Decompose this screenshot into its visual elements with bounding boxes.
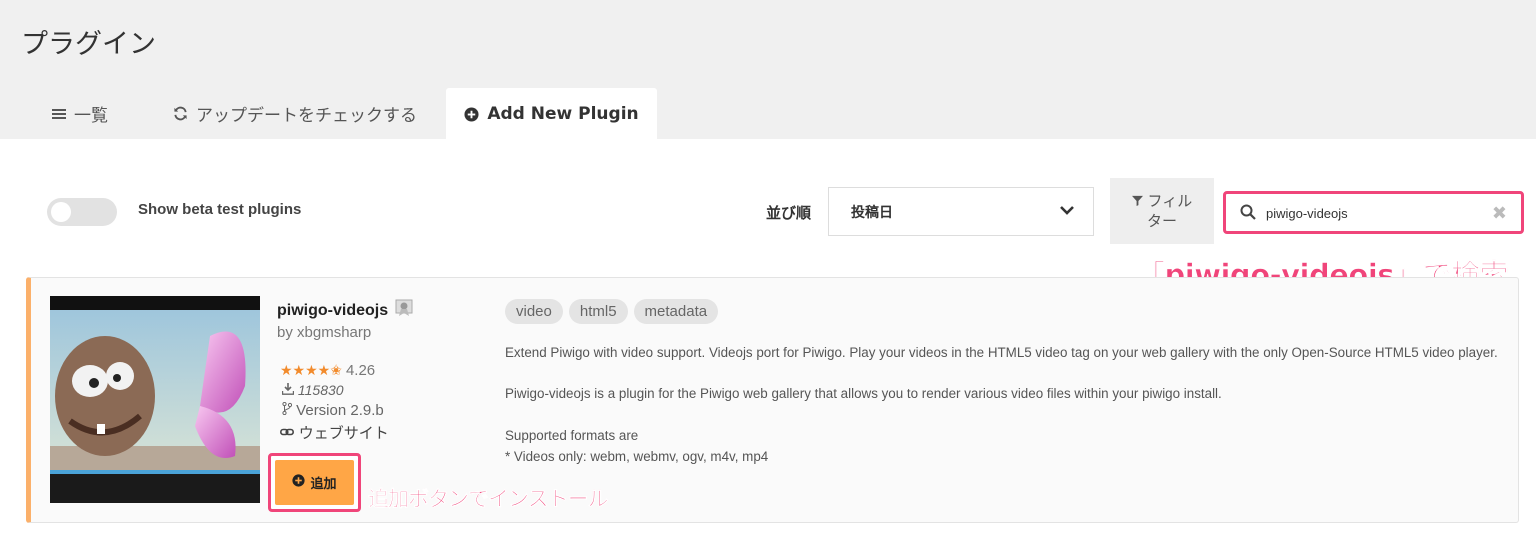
plugin-version: Version 2.9.b [282,401,384,419]
plus-circle-icon [292,474,306,491]
plugin-name[interactable]: piwigo-videojs [277,299,413,322]
tab-add-label: Add New Plugin [487,104,639,124]
filter-button[interactable]: フィル ター [1110,178,1214,244]
plugin-thumbnail [50,296,260,503]
beta-toggle[interactable] [47,198,117,226]
rating-stars: ★★★★✬ [280,362,342,378]
sort-select[interactable]: 投稿日 [828,187,1094,236]
beta-label: Show beta test plugins [138,201,302,218]
plugin-tags: video html5 metadata [505,299,719,324]
search-input[interactable] [1266,202,1486,224]
tag[interactable]: html5 [568,299,628,324]
refresh-icon [173,106,188,121]
desc-paragraph-1: Extend Piwigo with video support. Videoj… [505,345,1498,360]
toggle-knob [51,202,71,222]
plugin-downloads: 115830 [281,382,344,398]
sort-label: 並び順 [766,204,812,222]
desc-paragraph-4: * Videos only: webm, webmv, ogv, m4v, mp… [505,449,769,464]
tag[interactable]: metadata [633,299,719,324]
tab-check-updates[interactable]: アップデートをチェックする [173,88,417,139]
filter-label-2: ター [1146,212,1177,230]
plugin-author: by xbgmsharp [277,324,372,341]
page-title: プラグイン [21,29,156,60]
add-plugin-button-inner[interactable]: 追加 [275,460,354,505]
list-icon [52,108,66,120]
chevron-down-icon [1059,204,1075,220]
tab-list[interactable]: 一覧 [52,88,108,139]
plus-circle-icon [464,106,479,122]
rating-score: 4.26 [345,362,376,379]
add-plugin-button[interactable]: 追加 [268,453,361,512]
download-icon [281,382,298,398]
tab-add-new-plugin[interactable]: Add New Plugin [446,88,657,140]
clear-search-icon[interactable]: ✖ [1492,204,1507,222]
desc-paragraph-2: Piwigo-videojs is a plugin for the Piwig… [505,386,1222,401]
plugin-description: Extend Piwigo with video support. Videoj… [505,342,1505,467]
desc-paragraph-3: Supported formats are [505,428,639,443]
branch-icon [282,401,296,419]
link-icon [280,424,299,442]
certified-icon [395,299,413,322]
tab-list-label: 一覧 [74,106,108,126]
sort-value: 投稿日 [851,204,893,221]
tag[interactable]: video [505,299,563,324]
search-icon [1240,204,1256,225]
filter-label-1: フィル [1147,192,1193,210]
filter-icon [1131,192,1148,210]
plugin-rating: ★★★★✬ 4.26 [280,362,375,379]
add-plugin-label: 追加 [310,477,337,492]
plugin-website-link[interactable]: ウェブサイト [280,422,389,443]
search-box: ✖ [1223,191,1524,234]
tab-update-label: アップデートをチェックする [196,106,417,126]
install-annotation: 追加ボタンでインストール [368,487,609,512]
